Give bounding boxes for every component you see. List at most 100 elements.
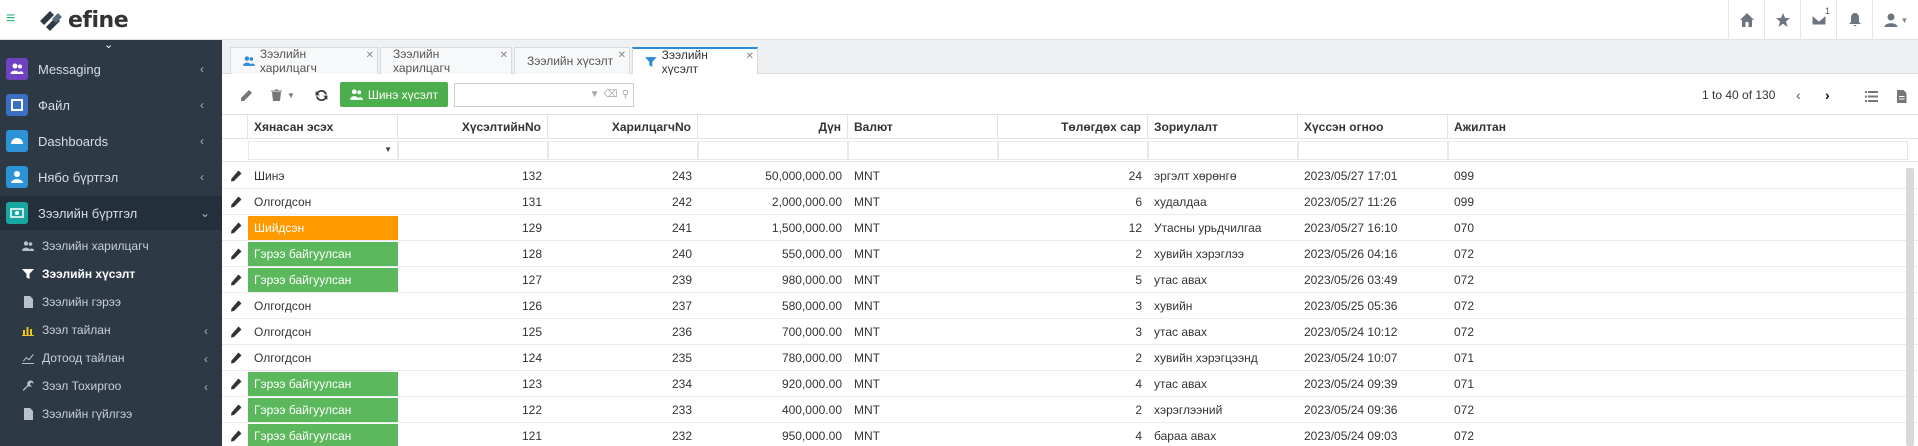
sidebar-subitem-label: Зээл тайлан — [42, 323, 111, 337]
favorites-button[interactable] — [1764, 0, 1800, 40]
notifications-button[interactable] — [1836, 0, 1872, 40]
users-icon — [6, 58, 28, 80]
header-amount[interactable]: Дүн — [698, 115, 848, 139]
table-row[interactable]: Шинэ 132 243 50,000,000.00 MNT 24 эргэлт хөрөн… — [222, 163, 1918, 189]
pencil-icon[interactable] — [230, 404, 242, 416]
close-icon[interactable]: ✕ — [500, 50, 508, 61]
pencil-icon[interactable] — [230, 352, 242, 364]
pencil-icon[interactable] — [230, 170, 242, 182]
months-cell: 3 — [1135, 299, 1142, 313]
employee-filter[interactable] — [1448, 141, 1908, 160]
pencil-icon[interactable] — [230, 326, 242, 338]
sidebar-item-messaging[interactable]: Messaging ‹ — [0, 52, 222, 86]
chevron-left-icon: ‹ — [200, 62, 204, 76]
sidebar-item-accounting[interactable]: Нябо бүртгэл ‹ — [0, 160, 222, 194]
status-cell: Олгогдсон — [254, 325, 312, 339]
amount-filter[interactable] — [698, 141, 848, 160]
chevron-left-icon[interactable]: ‹ — [1796, 87, 1801, 103]
table-row[interactable]: Олгогдсон 126 237 580,000.00 MNT 3 хувийн 2023/… — [222, 293, 1918, 319]
sidebar-subitem-internal-report[interactable]: Дотоод тайлан ‹ — [0, 344, 222, 372]
refresh-button[interactable] — [312, 86, 330, 104]
user-menu-button[interactable]: ▼ — [1872, 0, 1918, 40]
table-row[interactable]: Олгогдсон 124 235 780,000.00 MNT 2 хувийн хэрэ… — [222, 345, 1918, 371]
sidebar-subitem-loan-contracts[interactable]: Зээлийн гэрээ — [0, 288, 222, 316]
chevron-down-icon[interactable]: ⌄ — [104, 38, 113, 51]
list-view-button[interactable] — [1862, 87, 1880, 105]
customer-no-filter[interactable] — [548, 141, 698, 160]
table-row[interactable]: Олгогдсон 131 242 2,000,000.00 MNT 6 худалдаа 2… — [222, 189, 1918, 215]
search-icon[interactable]: ⚲ — [622, 89, 629, 100]
header-employee[interactable]: Ажилтан — [1448, 115, 1918, 139]
tab-loan-customers-1[interactable]: Зээлийн харилцагч ✕ — [230, 47, 378, 75]
employee-cell: 099 — [1454, 195, 1475, 209]
pencil-icon[interactable] — [230, 274, 242, 286]
purpose-filter[interactable] — [1148, 141, 1298, 160]
customer-no-cell: 241 — [671, 221, 692, 235]
logo[interactable]: efine — [38, 6, 129, 34]
pencil-icon[interactable] — [230, 248, 242, 260]
status-filter-select[interactable]: ▼ — [248, 141, 398, 160]
chevron-left-icon: ‹ — [200, 98, 204, 112]
eraser-icon[interactable]: ⌫ — [604, 89, 618, 100]
header-date[interactable]: Хүссэн огноо — [1298, 115, 1448, 139]
table-row[interactable]: Гэрээ байгуулсан 127 239 980,000.00 MNT 5 утас… — [222, 267, 1918, 293]
table-row[interactable]: Олгогдсон 125 236 700,000.00 MNT 3 утас авах 20… — [222, 319, 1918, 345]
delete-dropdown[interactable]: ▼ — [286, 86, 296, 104]
date-filter[interactable] — [1298, 141, 1448, 160]
tab-loan-requests-1[interactable]: Зээлийн хүсэлт ✕ — [514, 47, 630, 74]
header-currency[interactable]: Валют — [848, 115, 998, 139]
header-request-no[interactable]: ХүсэлтийнNo — [398, 115, 548, 139]
sidebar-subitem-loan-settings[interactable]: Зээл Тохиргоо ‹ — [0, 372, 222, 400]
pencil-icon[interactable] — [230, 300, 242, 312]
sidebar-subitem-loan-report[interactable]: Зээл тайлан ‹ — [0, 316, 222, 344]
home-button[interactable] — [1728, 0, 1764, 40]
request-no-filter[interactable] — [398, 141, 548, 160]
date-cell: 2023/05/24 09:39 — [1304, 377, 1398, 391]
header-purpose[interactable]: Зориулалт — [1148, 115, 1298, 139]
months-cell: 6 — [1135, 195, 1142, 209]
close-icon[interactable]: ✕ — [618, 50, 626, 61]
tab-loan-customers-2[interactable]: Зээлийн харилцагч ✕ — [380, 47, 512, 75]
months-filter[interactable] — [998, 141, 1148, 160]
chevron-right-icon[interactable]: › — [1825, 87, 1830, 103]
pencil-icon[interactable] — [230, 222, 242, 234]
sidebar-subitem-loan-transactions[interactable]: Зээлийн гүйлгээ — [0, 400, 222, 428]
close-icon[interactable]: ✕ — [746, 51, 754, 62]
header-customer-no[interactable]: ХарилцагчNo — [548, 115, 698, 139]
users-icon — [243, 56, 255, 66]
pencil-icon[interactable] — [230, 196, 242, 208]
table-row[interactable]: Гэрээ байгуулсан 128 240 550,000.00 MNT 2 хуви… — [222, 241, 1918, 267]
table-row[interactable]: Гэрээ байгуулсан 123 234 920,000.00 MNT 4 утас… — [222, 371, 1918, 397]
caret-down-icon[interactable]: ▼ — [590, 89, 600, 100]
vertical-scrollbar[interactable] — [1906, 168, 1914, 446]
user-icon — [6, 166, 28, 188]
pencil-icon[interactable] — [230, 378, 242, 390]
table-row[interactable]: Гэрээ байгуулсан 121 232 950,000.00 MNT 4 бара… — [222, 423, 1918, 446]
edit-button[interactable] — [237, 86, 255, 104]
sidebar-item-dashboards[interactable]: Dashboards ‹ — [0, 124, 222, 158]
sidebar-item-label: Нябо бүртгэл — [38, 169, 119, 185]
close-icon[interactable]: ✕ — [366, 50, 374, 61]
sidebar-item-file[interactable]: Файл ‹ — [0, 88, 222, 122]
tab-loan-requests-2[interactable]: Зээлийн хүсэлт ✕ — [632, 47, 758, 76]
header-months[interactable]: Төлөгдөх сар — [998, 115, 1148, 139]
currency-filter[interactable] — [848, 141, 998, 160]
pager-text: 1 to 40 of 130 — [1702, 88, 1776, 102]
delete-button[interactable] — [267, 86, 285, 104]
search-input[interactable]: ▼ ⌫ ⚲ — [454, 83, 634, 107]
export-button[interactable] — [1892, 87, 1910, 105]
wrench-icon — [20, 380, 36, 392]
sidebar-subitem-loan-customers[interactable]: Зээлийн харилцагч — [0, 232, 222, 260]
new-request-button[interactable]: Шинэ хүсэлт — [340, 82, 448, 107]
table-row[interactable]: Шийдсэн 129 241 1,500,000.00 MNT 12 Утасны урь… — [222, 215, 1918, 241]
menu-toggle-icon[interactable]: ≡ — [6, 11, 22, 27]
tab-label: Зээлийн харилцагч — [259, 47, 317, 75]
table-row[interactable]: Гэрээ байгуулсан 122 233 400,000.00 MNT 2 хэрэ… — [222, 397, 1918, 423]
header-status[interactable]: Хянасан эсэх — [248, 115, 398, 139]
sidebar-item-loan-registry[interactable]: Зээлийн бүртгэл ⌄ — [0, 196, 222, 230]
amount-cell: 700,000.00 — [781, 325, 842, 339]
messages-button[interactable]: 1 — [1800, 0, 1836, 40]
date-cell: 2023/05/25 05:36 — [1304, 299, 1398, 313]
sidebar-subitem-loan-requests[interactable]: Зээлийн хүсэлт — [0, 260, 222, 288]
pencil-icon[interactable] — [230, 430, 242, 442]
